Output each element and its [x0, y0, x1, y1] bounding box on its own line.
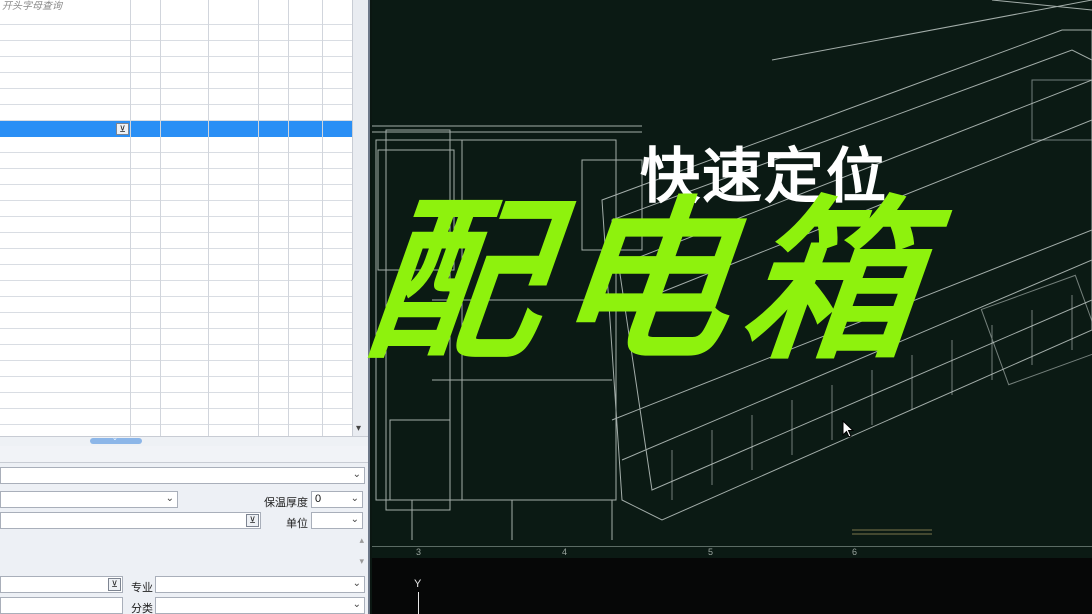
chevron-down-icon: ⌄ [352, 599, 361, 610]
y-axis-label: Y [414, 578, 422, 590]
grid-row[interactable] [0, 409, 352, 425]
grid-row[interactable] [0, 425, 352, 436]
name-combo[interactable]: ⌄ [0, 467, 365, 484]
grid-row[interactable] [0, 249, 352, 265]
grid-row[interactable] [0, 185, 352, 201]
panel-splitter[interactable]: ⌄ [0, 435, 368, 446]
source-field[interactable]: ⊻ [0, 576, 123, 593]
grid-row[interactable] [0, 393, 352, 409]
grid-column-divider [130, 0, 131, 436]
chevron-down-icon: ⌄ [350, 493, 359, 504]
download-icon[interactable]: ⊻ [116, 123, 129, 135]
grid-row[interactable] [0, 233, 352, 249]
download-icon[interactable]: ⊻ [108, 578, 121, 591]
grid-row[interactable] [0, 41, 352, 57]
grid-row[interactable] [0, 153, 352, 169]
command-area: Y [372, 558, 1092, 614]
overlay-title: 配电箱 [357, 181, 943, 384]
insulation-thickness-label: 保温厚度 [264, 497, 308, 509]
remark-textarea[interactable]: ▴ ▾ [0, 531, 366, 571]
grid-row[interactable] [0, 265, 352, 281]
ruler-label: 3 [416, 547, 422, 557]
category-combo[interactable]: ⌄ [155, 597, 365, 614]
insulation-thickness-value: 0 [315, 493, 322, 505]
property-form: ⌄ ⌄ 保温厚度 0 ⌄ ⊻ 单位 ⌄ ▴ ▾ ⊻ 专业 ⌄ 分类 ⌄ [0, 462, 368, 614]
category-label: 分类 [131, 603, 153, 614]
ruler-label: 6 [852, 547, 858, 557]
grid-row[interactable] [0, 89, 352, 105]
textarea-scrollbar[interactable]: ▴ ▾ [359, 535, 364, 567]
grid-row[interactable] [0, 329, 352, 345]
left-panel: 开头字母查询 ⊻ ▾ ⌄ ⌄ ⌄ 保温厚度 0 ⌄ ⊻ 单位 ⌄ ▴ ▾ ⊻ 专… [0, 0, 370, 614]
unit-label: 单位 [286, 518, 308, 530]
grid-row[interactable] [0, 361, 352, 377]
chevron-down-icon: ⌄ [350, 514, 359, 525]
grid-row[interactable] [0, 105, 352, 121]
scroll-down-icon[interactable]: ▾ [356, 423, 361, 434]
grid-row[interactable] [0, 169, 352, 185]
grid-row[interactable] [0, 281, 352, 297]
grid-row[interactable] [0, 57, 352, 73]
ucs-y-axis-icon [418, 592, 419, 614]
grid-row[interactable] [0, 201, 352, 217]
grid-column-divider [322, 0, 323, 436]
grid-column-divider [160, 0, 161, 436]
major-combo[interactable]: ⌄ [155, 576, 365, 593]
grid-row[interactable] [0, 137, 352, 153]
download-icon[interactable]: ⊻ [246, 514, 259, 527]
major-label: 专业 [131, 582, 153, 594]
grid-row[interactable] [0, 345, 352, 361]
ruler-label: 5 [708, 547, 714, 557]
grid-row[interactable] [0, 73, 352, 89]
grid-row[interactable] [0, 217, 352, 233]
selected-grid-row[interactable]: ⊻ [0, 121, 352, 137]
grid-row[interactable] [0, 25, 352, 41]
chevron-down-icon: ⌄ [352, 578, 361, 589]
spec-combo[interactable]: ⌄ [0, 491, 178, 508]
splitter-handle[interactable]: ⌄ [90, 435, 142, 444]
mouse-cursor-icon [842, 420, 854, 438]
chevron-down-icon: ⌄ [165, 493, 174, 504]
material-grid[interactable]: 开头字母查询 ⊻ [0, 0, 352, 436]
model-field[interactable]: ⊻ [0, 512, 261, 529]
grid-column-divider [288, 0, 289, 436]
grid-column-divider [258, 0, 259, 436]
insulation-thickness-combo[interactable]: 0 ⌄ [311, 491, 363, 508]
grid-column-divider [208, 0, 209, 436]
grid-row[interactable] [0, 297, 352, 313]
grid-row[interactable] [0, 313, 352, 329]
chevron-down-icon: ⌄ [112, 435, 118, 442]
drawing-ruler: 3 4 5 6 [372, 546, 1092, 558]
unit-combo[interactable]: ⌄ [311, 512, 363, 529]
chevron-down-icon: ⌄ [352, 469, 361, 480]
ruler-label: 4 [562, 547, 568, 557]
grid-row[interactable] [0, 377, 352, 393]
code-field[interactable] [0, 597, 123, 614]
grid-row[interactable] [0, 9, 352, 25]
